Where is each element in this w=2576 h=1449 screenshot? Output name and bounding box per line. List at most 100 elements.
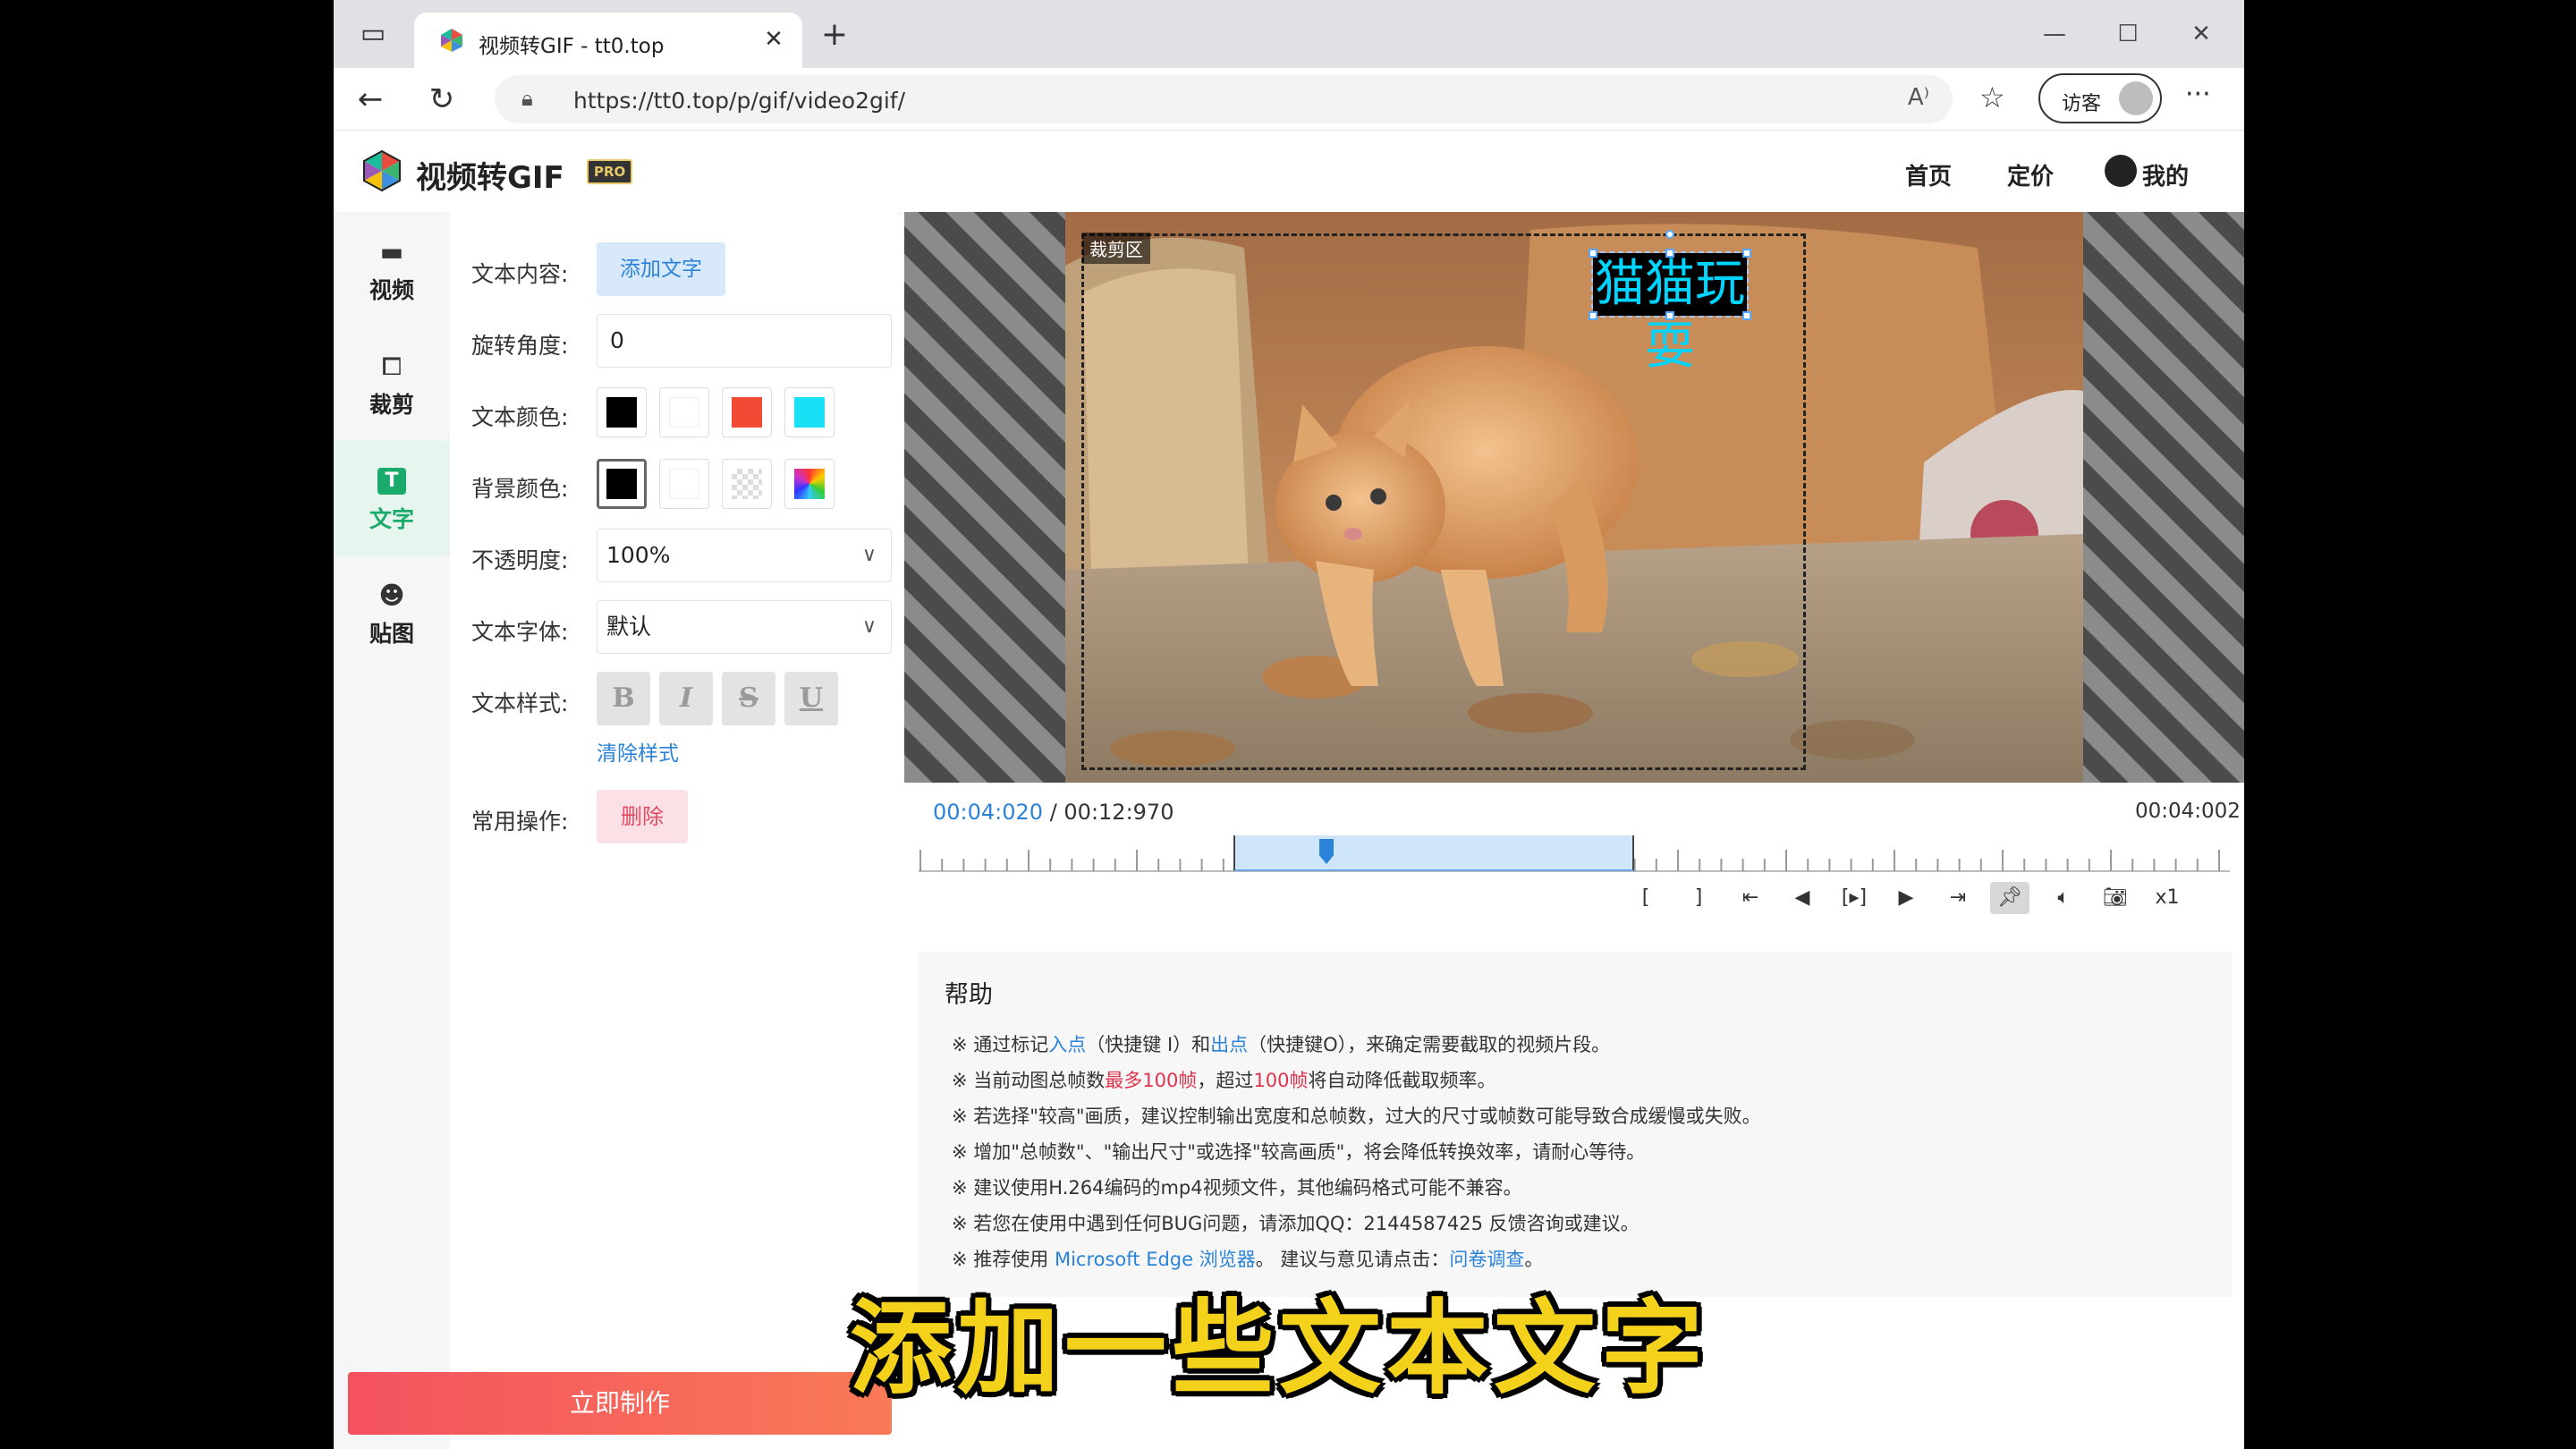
text-overlay[interactable]: 猫猫玩耍: [1591, 251, 1749, 376]
help-line: ※ 通过标记入点（快捷键 I）和出点（快捷键O），来确定需要截取的视频片段。: [952, 1030, 1610, 1057]
refresh-icon[interactable]: ↻: [423, 80, 461, 118]
nav-home[interactable]: 首页: [1905, 158, 1952, 191]
video-preview[interactable]: 裁剪区 猫猫玩耍: [904, 212, 2244, 783]
text-color-black[interactable]: [597, 387, 647, 437]
delete-button[interactable]: 删除: [597, 790, 688, 843]
resize-handle[interactable]: [1665, 311, 1674, 320]
bg-color-picker[interactable]: [784, 459, 835, 509]
prev-frame-icon[interactable]: ◀: [1783, 882, 1822, 914]
resize-handle[interactable]: [1589, 249, 1597, 258]
help-text: ※ 通过标记: [952, 1034, 1049, 1055]
go-to-in-icon[interactable]: ⇤: [1731, 882, 1770, 914]
pro-badge: PRO: [587, 159, 633, 184]
nav-item-text[interactable]: T 文字: [334, 441, 450, 555]
add-text-button[interactable]: 添加文字: [597, 242, 725, 296]
maximize-icon[interactable]: ☐: [2110, 16, 2146, 52]
bold-button[interactable]: B: [597, 672, 650, 725]
lock-icon: 🔒︎: [521, 86, 533, 111]
folder-icon: ▬: [379, 237, 404, 267]
browser-window: ▭ 视频转GIF - tt0.top ✕ + — ☐ ✕ ← ↻ 🔒︎ http…: [334, 0, 2244, 1449]
swatch-fill: [669, 397, 699, 428]
italic-button[interactable]: I: [659, 672, 713, 725]
resize-handle[interactable]: [1742, 249, 1751, 258]
resize-handle[interactable]: [1665, 249, 1674, 258]
opacity-select[interactable]: 100% ∨: [597, 529, 892, 582]
new-tab-icon[interactable]: +: [817, 18, 852, 54]
help-line: ※ 建议使用H.264编码的mp4视频文件，其他编码格式可能不兼容。: [952, 1177, 1522, 1199]
mark-in-button[interactable]: [: [1626, 882, 1665, 914]
help-text: ，超过: [1197, 1070, 1254, 1091]
resize-handle[interactable]: [1589, 311, 1597, 320]
help-line: ※ 若您在使用中遇到任何BUG问题，请添加QQ：2144587425 反馈咨询或…: [952, 1213, 1640, 1234]
pin-icon[interactable]: 📌︎: [1990, 882, 2029, 914]
current-time: 00:04:020: [933, 800, 1044, 825]
swatch-fill: [732, 397, 762, 428]
text-color-red[interactable]: [722, 387, 772, 437]
font-select[interactable]: 默认 ∨: [597, 600, 892, 654]
next-frame-icon[interactable]: ▶: [1886, 882, 1926, 914]
out-point-link[interactable]: 出点: [1210, 1034, 1248, 1055]
window-close-icon[interactable]: ✕: [2183, 16, 2219, 52]
rotate-handle[interactable]: [1665, 230, 1674, 239]
make-now-button[interactable]: 立即制作: [348, 1372, 892, 1435]
help-text: （快捷键O），来确定需要截取的视频片段。: [1248, 1034, 1611, 1055]
nav-pricing[interactable]: 定价: [2007, 158, 2054, 191]
strikethrough-button[interactable]: S: [722, 672, 775, 725]
url-field[interactable]: 🔒︎ https://tt0.top/p/gif/video2gif/ A⁾: [495, 75, 1953, 123]
tab-actions-icon[interactable]: ▭: [355, 16, 391, 52]
site-logo[interactable]: [360, 149, 403, 192]
play-range-icon[interactable]: [▸]: [1835, 882, 1874, 914]
mark-out-button[interactable]: ]: [1679, 882, 1718, 914]
swatch-fill: [606, 397, 637, 428]
read-aloud-icon[interactable]: A⁾: [1908, 84, 1929, 111]
tab-close-icon[interactable]: ✕: [758, 23, 790, 55]
swatch-fill: [794, 469, 825, 499]
swatch-fill: [732, 469, 762, 499]
text-color-white[interactable]: [659, 387, 709, 437]
speed-button[interactable]: x1: [2148, 882, 2187, 914]
rotation-input[interactable]: 0: [597, 314, 892, 368]
help-highlight: 100帧: [1253, 1070, 1309, 1091]
bg-color-transparent[interactable]: [722, 459, 772, 509]
nav-item-label: 文字: [369, 506, 414, 532]
common-ops-label: 常用操作:: [471, 809, 569, 835]
help-line: ※ 当前动图总帧数最多100帧，超过100帧将自动降低截取频率。: [952, 1066, 1496, 1093]
left-nav: ▬ 视频 ⧠ 裁剪 T 文字 ☻ 贴图: [334, 212, 450, 1449]
help-highlight: 最多100帧: [1105, 1070, 1198, 1091]
resize-handle[interactable]: [1742, 311, 1751, 320]
tab-title: 视频转GIF - tt0.top: [479, 35, 665, 58]
text-color-cyan[interactable]: [784, 387, 835, 437]
nav-item-label: 裁剪: [369, 392, 414, 418]
playback-controls: [ ] ⇤ ◀ [▸] ▶ ⇥ 📌︎ 🔈︎ 📷︎ x1: [1300, 882, 2180, 914]
nav-mine[interactable]: 我的: [2142, 158, 2189, 191]
profile-button[interactable]: 访客: [2038, 73, 2162, 123]
chevron-down-icon: ∨: [861, 544, 877, 566]
selection-duration: 00:04:002: [2135, 800, 2241, 823]
camera-icon[interactable]: 📷︎: [2096, 882, 2135, 914]
nav-item-video[interactable]: ▬ 视频: [334, 212, 450, 326]
help-line: ※ 增加"总帧数"、"输出尺寸"或选择"较高画质"，将会降低转换效率，请耐心等待…: [952, 1141, 1646, 1163]
go-to-out-icon[interactable]: ⇥: [1938, 882, 1978, 914]
brand-name: 视频转GIF: [416, 160, 564, 196]
user-icon[interactable]: [2105, 155, 2137, 187]
underline-button[interactable]: U: [784, 672, 838, 725]
browser-tab[interactable]: 视频转GIF - tt0.top ✕: [414, 13, 802, 68]
clear-style-link[interactable]: 清除样式: [597, 736, 679, 767]
rotation-value: 0: [610, 327, 624, 353]
bg-color-black[interactable]: [597, 459, 647, 509]
swatch-fill: [794, 397, 825, 428]
bg-color-white[interactable]: [659, 459, 709, 509]
nav-item-crop[interactable]: ⧠ 裁剪: [334, 326, 450, 441]
in-point-link[interactable]: 入点: [1048, 1034, 1086, 1055]
selected-range[interactable]: [1233, 835, 1634, 871]
favorites-icon[interactable]: ☆: [1979, 80, 2005, 114]
back-icon[interactable]: ←: [352, 80, 389, 118]
rotation-label: 旋转角度:: [471, 333, 569, 359]
more-icon[interactable]: ···: [2185, 79, 2211, 110]
text-icon: T: [377, 468, 406, 495]
minimize-icon[interactable]: —: [2037, 16, 2072, 52]
volume-icon[interactable]: 🔈︎: [2044, 882, 2083, 914]
swatch-fill: [669, 469, 699, 499]
opacity-label: 不透明度:: [471, 547, 569, 573]
nav-item-sticker[interactable]: ☻ 贴图: [334, 555, 450, 670]
